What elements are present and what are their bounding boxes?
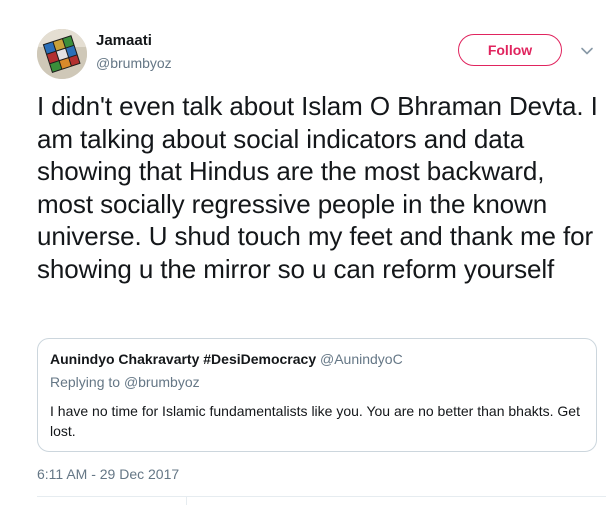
replying-to-handle[interactable]: @brumbyoz: [124, 374, 200, 390]
tweet-text: I didn't even talk about Islam O Bhraman…: [37, 91, 598, 284]
quoted-tweet-header: Aunindyo Chakravarty #DesiDemocracy @Aun…: [50, 351, 403, 367]
quoted-tweet-text: I have no time for Islamic fundamentalis…: [50, 403, 580, 439]
tweet-timestamp[interactable]: 6:11 AM - 29 Dec 2017: [37, 466, 179, 482]
divider: [37, 496, 606, 497]
divider-tick: [186, 496, 187, 505]
tweet-card: Jamaati @brumbyoz Follow I didn't even t…: [0, 0, 606, 505]
chevron-down-icon[interactable]: [578, 42, 596, 60]
avatar[interactable]: [37, 29, 87, 79]
quoted-author-handle: @AunindyoC: [320, 351, 403, 367]
quoted-tweet[interactable]: Aunindyo Chakravarty #DesiDemocracy @Aun…: [37, 338, 597, 452]
replying-to: Replying to @brumbyoz: [50, 374, 200, 390]
quoted-author-name: Aunindyo Chakravarty #DesiDemocracy: [50, 351, 320, 367]
author-handle[interactable]: @brumbyoz: [96, 55, 172, 71]
replying-to-label: Replying to: [50, 374, 124, 390]
follow-button[interactable]: Follow: [458, 34, 562, 66]
author-name[interactable]: Jamaati: [96, 32, 152, 49]
rubiks-cube-avatar-icon: [37, 29, 87, 79]
